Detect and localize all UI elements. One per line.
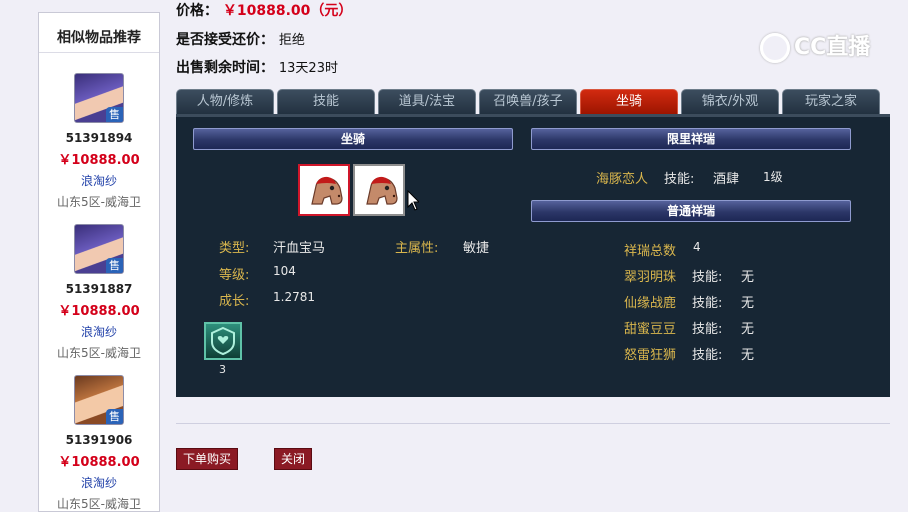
limited-skill-label: 技能: <box>664 172 695 187</box>
level-value: 104 <box>273 264 296 278</box>
tab-items[interactable]: 道具/法宝 <box>378 89 476 114</box>
main-attr-label: 主属性: <box>395 241 439 256</box>
item-price: ￥10888.00 <box>58 153 140 168</box>
item-price: ￥10888.00 <box>58 455 140 470</box>
time-left-value: 13天23时 <box>278 61 338 76</box>
sell-badge: 售 <box>106 258 123 273</box>
normal-item-name: 仙缘战鹿 <box>624 296 677 311</box>
item-id: 51391894 <box>65 131 133 145</box>
similar-item[interactable]: 售 51391894 ￥10888.00 浪淘纱 山东5区-威海卫 <box>39 73 159 210</box>
item-server: 山东5区-威海卫 <box>57 195 141 209</box>
growth-value: 1.2781 <box>273 290 315 304</box>
main-attr-value: 敏捷 <box>463 241 490 256</box>
mount-slot-2[interactable] <box>353 164 405 216</box>
counter-offer-label: 是否接受还价： <box>176 32 274 48</box>
item-server: 山东5区-威海卫 <box>57 497 141 511</box>
mount-slot-1[interactable] <box>298 164 350 216</box>
type-label: 类型: <box>219 241 250 256</box>
level-label: 等级: <box>219 268 250 283</box>
mount-skill-icon[interactable] <box>204 322 242 360</box>
tab-pets[interactable]: 召唤兽/孩子 <box>479 89 577 114</box>
shield-heart-icon <box>211 326 235 356</box>
growth-label: 成长: <box>219 294 250 309</box>
character-avatar[interactable]: 售 <box>74 224 124 274</box>
horse-icon <box>366 176 398 205</box>
limited-name: 海豚恋人 <box>596 172 649 187</box>
normal-item-skill-value: 无 <box>741 322 755 337</box>
normal-item-skill-value: 无 <box>741 270 755 285</box>
character-avatar[interactable]: 售 <box>74 73 124 123</box>
normal-item-skill-label: 技能: <box>692 348 723 363</box>
item-id: 51391906 <box>65 433 133 447</box>
tab-character[interactable]: 人物/修炼 <box>176 89 274 114</box>
type-value: 汗血宝马 <box>273 241 326 256</box>
normal-total-label: 祥瑞总数 <box>624 244 677 259</box>
item-seller-link[interactable]: 浪淘纱 <box>39 172 159 189</box>
item-id: 51391887 <box>65 282 133 296</box>
limited-skill-level: 1级 <box>763 170 783 184</box>
normal-item-skill-label: 技能: <box>692 296 723 311</box>
watermark-logo: CC直播 <box>760 30 882 66</box>
similar-item[interactable]: 售 51391887 ￥10888.00 浪淘纱 山东5区-威海卫 <box>39 224 159 361</box>
tab-home[interactable]: 玩家之家 <box>782 89 880 114</box>
item-server: 山东5区-威海卫 <box>57 346 141 360</box>
mouse-cursor-icon <box>407 190 419 211</box>
item-seller-link[interactable]: 浪淘纱 <box>39 474 159 491</box>
close-button[interactable]: 关闭 <box>274 448 313 470</box>
item-seller-link[interactable]: 浪淘纱 <box>39 323 159 340</box>
normal-item-skill-value: 无 <box>741 296 755 311</box>
item-price: ￥10888.00 <box>58 304 140 319</box>
time-left-label: 出售剩余时间： <box>176 60 274 76</box>
similar-item[interactable]: 售 51391906 ￥10888.00 浪淘纱 山东5区-威海卫 <box>39 375 159 512</box>
divider <box>176 423 890 424</box>
character-avatar[interactable]: 售 <box>74 375 124 425</box>
skill-count: 3 <box>219 363 226 376</box>
normal-item-skill-value: 无 <box>741 348 755 363</box>
horse-icon <box>311 176 343 205</box>
mount-panel: 坐骑 限里祥瑞 普通祥瑞 类型: 汗血宝马 主属性: 敏捷 等级: 104 成长… <box>176 114 890 397</box>
normal-total-value: 4 <box>693 240 701 254</box>
logo-icon <box>760 33 790 63</box>
normal-header: 普通祥瑞 <box>531 200 851 222</box>
sell-badge: 售 <box>106 107 123 122</box>
time-left-row: 出售剩余时间： 13天23时 <box>176 57 338 77</box>
sell-badge: 售 <box>106 409 123 424</box>
buy-button[interactable]: 下单购买 <box>176 448 239 470</box>
limited-skill-value: 酒肆 <box>713 172 740 187</box>
price-row: 价格： ￥10888.00（元） <box>176 0 352 20</box>
counter-offer-row: 是否接受还价： 拒绝 <box>176 29 305 49</box>
normal-item-name: 翠羽明珠 <box>624 270 677 285</box>
counter-offer-value: 拒绝 <box>278 33 305 48</box>
tab-appearance[interactable]: 锦衣/外观 <box>681 89 779 114</box>
price-label: 价格： <box>176 3 218 19</box>
normal-item-name: 甜蜜豆豆 <box>624 322 677 337</box>
mount-header: 坐骑 <box>193 128 513 150</box>
price-value: ￥10888.00（元） <box>222 3 353 19</box>
normal-item-name: 怒雷狂狮 <box>624 348 677 363</box>
tab-skills[interactable]: 技能 <box>277 89 375 114</box>
tab-mount[interactable]: 坐骑 <box>580 89 678 114</box>
similar-items-sidebar: 相似物品推荐 售 51391894 ￥10888.00 浪淘纱 山东5区-威海卫… <box>38 12 160 512</box>
sidebar-title: 相似物品推荐 <box>39 13 159 53</box>
normal-item-skill-label: 技能: <box>692 322 723 337</box>
limited-header: 限里祥瑞 <box>531 128 851 150</box>
normal-item-skill-label: 技能: <box>692 270 723 285</box>
